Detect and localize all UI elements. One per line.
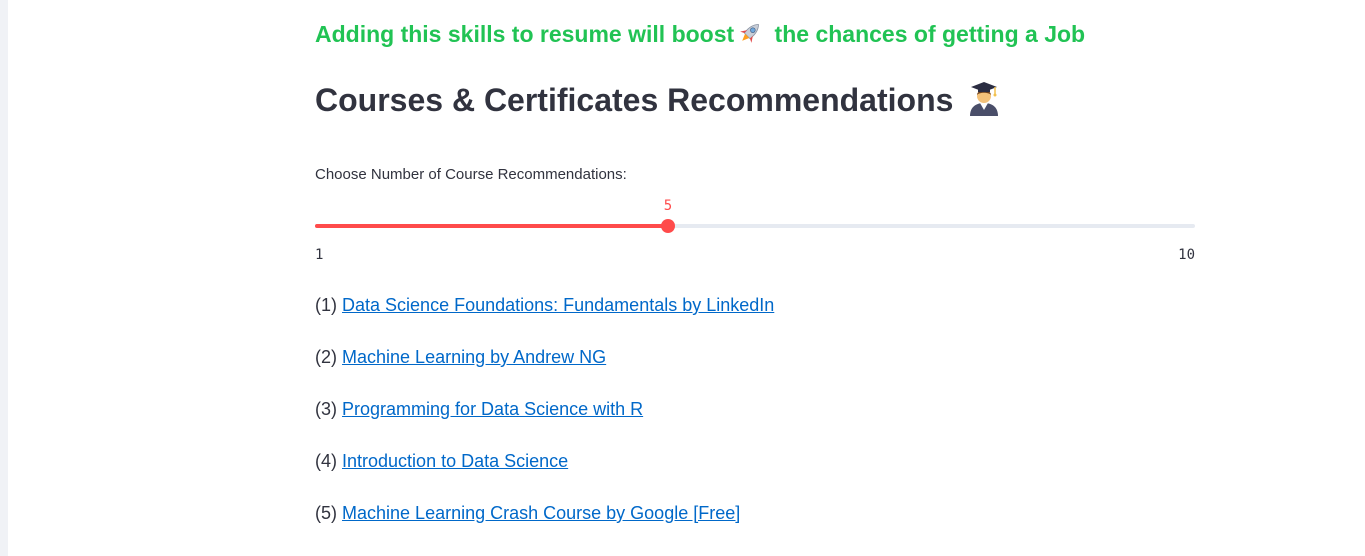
slider-thumb[interactable]	[661, 219, 675, 233]
course-index: (2)	[315, 347, 337, 367]
list-item: (3) Programming for Data Science with R	[315, 396, 774, 448]
rocket-icon	[736, 20, 764, 46]
course-list: (1) Data Science Foundations: Fundamenta…	[315, 292, 774, 552]
course-link[interactable]: Machine Learning Crash Course by Google …	[342, 503, 740, 523]
list-item: (1) Data Science Foundations: Fundamenta…	[315, 292, 774, 344]
course-link[interactable]: Machine Learning by Andrew NG	[342, 347, 606, 367]
page-title: Courses & Certificates Recommendations	[315, 80, 1001, 119]
sidebar-edge	[0, 0, 8, 556]
boost-message-text: Adding this skills to resume will boost	[315, 21, 735, 47]
slider-min-label: 1	[315, 247, 324, 263]
page-title-text: Courses & Certificates Recommendations	[315, 82, 954, 118]
boost-message: Adding this skills to resume will boost …	[315, 20, 1085, 48]
boost-message-text-end: the chances of getting a Job	[768, 21, 1086, 47]
slider-track[interactable]	[315, 224, 1195, 228]
course-count-slider[interactable]: 5 1 10	[315, 196, 1195, 266]
course-index: (3)	[315, 399, 337, 419]
list-item: (5) Machine Learning Crash Course by Goo…	[315, 500, 774, 552]
course-index: (4)	[315, 451, 337, 471]
list-item: (4) Introduction to Data Science	[315, 448, 774, 500]
graduate-icon	[967, 80, 1001, 116]
slider-track-fill	[315, 224, 668, 228]
course-link[interactable]: Data Science Foundations: Fundamentals b…	[342, 295, 774, 315]
slider-max-label: 10	[1178, 247, 1195, 263]
course-link[interactable]: Programming for Data Science with R	[342, 399, 643, 419]
slider-label: Choose Number of Course Recommendations:	[315, 166, 627, 183]
slider-value: 5	[663, 198, 673, 214]
course-index: (1)	[315, 295, 337, 315]
list-item: (2) Machine Learning by Andrew NG	[315, 344, 774, 396]
course-link[interactable]: Introduction to Data Science	[342, 451, 568, 471]
course-index: (5)	[315, 503, 337, 523]
